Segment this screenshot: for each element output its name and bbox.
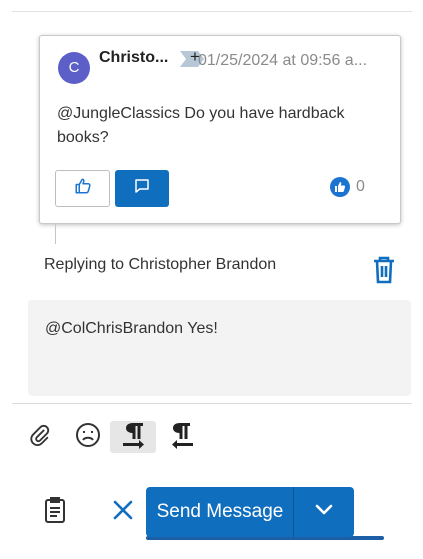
paragraph-ltr-icon — [119, 421, 147, 454]
send-message-button[interactable]: Send Message — [146, 487, 294, 537]
message-timestamp: 01/25/2024 at 09:56 a... — [198, 52, 368, 69]
compose-box[interactable]: @ColChrisBrandon Yes! — [28, 300, 411, 396]
emoji-icon — [75, 422, 101, 453]
delete-reply-button[interactable] — [373, 256, 395, 284]
author-name[interactable]: Christo... — [99, 49, 168, 67]
message-card: C Christo... + 01/25/2024 at 09:56 a... … — [39, 35, 401, 224]
message-body: @JungleClassics Do you have hardback boo… — [57, 105, 345, 146]
clipboard-icon — [43, 496, 67, 528]
like-button[interactable] — [55, 170, 110, 207]
thumbs-up-icon — [74, 177, 92, 200]
attach-button[interactable] — [25, 421, 55, 453]
replying-to-label: Replying to Christopher Brandon — [44, 256, 277, 273]
reaction-summary[interactable]: 0 — [330, 177, 365, 197]
send-options-dropdown[interactable] — [294, 487, 354, 537]
toolbar-divider — [12, 403, 412, 404]
paragraph-rtl-icon — [169, 421, 197, 454]
clipboard-button[interactable] — [41, 496, 69, 528]
chevron-down-icon — [315, 503, 333, 521]
compose-text[interactable]: @ColChrisBrandon Yes! — [45, 320, 218, 338]
thumbs-up-reaction-icon — [330, 177, 350, 197]
top-divider — [12, 11, 412, 12]
trash-icon — [373, 256, 395, 288]
avatar[interactable]: C — [58, 52, 90, 84]
reaction-count: 0 — [356, 178, 365, 195]
paperclip-icon — [29, 423, 51, 452]
thread-connector — [55, 224, 56, 244]
reply-button[interactable] — [115, 170, 169, 207]
paragraph-ltr-button[interactable] — [110, 421, 156, 453]
close-icon — [112, 499, 134, 526]
emoji-button[interactable] — [73, 421, 103, 453]
send-split-button: Send Message — [146, 487, 384, 540]
chat-bubble-icon — [133, 177, 151, 200]
cancel-reply-button[interactable] — [109, 497, 137, 527]
paragraph-rtl-button[interactable] — [167, 421, 199, 453]
